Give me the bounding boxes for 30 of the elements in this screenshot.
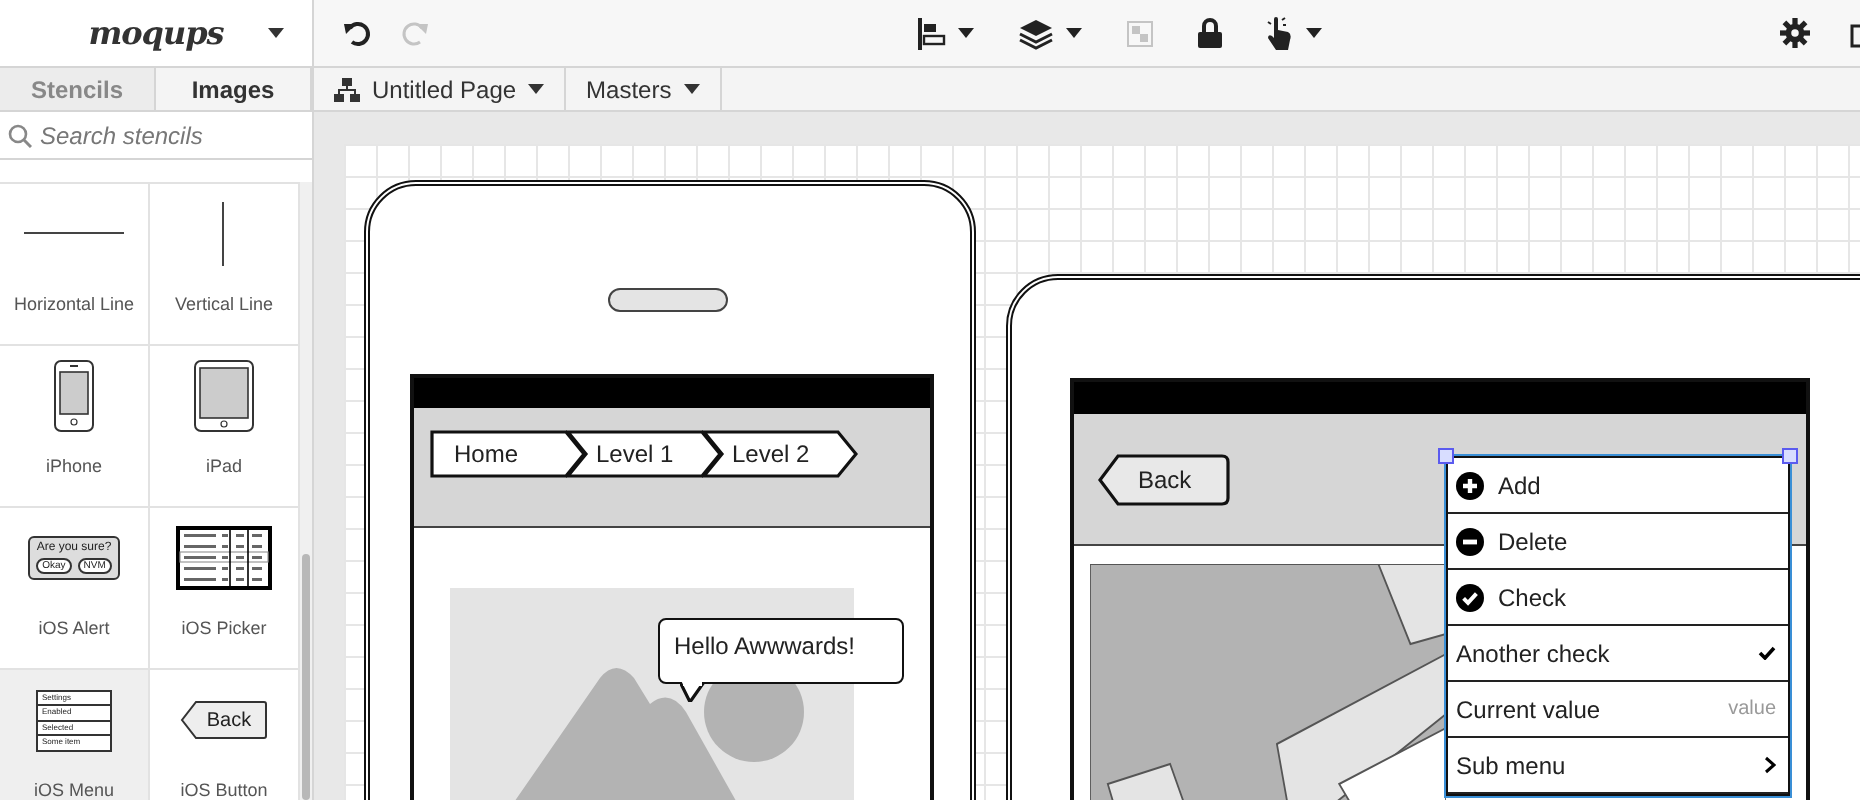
- stencil-label: iPad: [205, 456, 242, 476]
- masters-tab[interactable]: Masters: [566, 68, 722, 110]
- stencil-label: iOS Button: [180, 780, 268, 800]
- menu-item[interactable]: Another check: [1448, 626, 1788, 682]
- panel-tab[interactable]: Images: [156, 68, 312, 110]
- stencil-label: Horizontal Line: [13, 294, 135, 314]
- stencil-label: Vertical Line: [174, 294, 274, 314]
- callout-text: Hello Awwwards!: [674, 632, 855, 660]
- back-button[interactable]: Back: [1098, 454, 1230, 506]
- app-logo: moqups: [88, 14, 224, 52]
- stencil-item[interactable]: iPhone: [0, 346, 150, 508]
- stencil-item[interactable]: iPad: [150, 346, 300, 508]
- menu-item[interactable]: Sub menu: [1448, 738, 1788, 794]
- search-field[interactable]: Search stencils: [40, 121, 290, 149]
- breadcrumb-item[interactable]: Home: [430, 430, 586, 478]
- menu-item[interactable]: Current value value: [1448, 682, 1788, 738]
- menu-item[interactable]: Add: [1448, 458, 1788, 514]
- breadcrumb-item[interactable]: Level 2: [702, 430, 858, 478]
- menu-item[interactable]: Delete: [1448, 514, 1788, 570]
- stencil-label: iOS Picker: [181, 618, 267, 638]
- stencil-label: iOS Alert: [38, 618, 110, 638]
- page-tab[interactable]: Untitled Page: [314, 68, 567, 110]
- menu-value: value: [1728, 698, 1776, 720]
- stencil-item[interactable]: Horizontal Line: [0, 184, 150, 346]
- stencil-label: iPhone: [45, 456, 103, 476]
- back-button-thumbnail: Back: [180, 700, 268, 740]
- stencil-label: iOS Menu: [33, 780, 115, 800]
- menu-item[interactable]: Check: [1448, 570, 1788, 626]
- stencil-item[interactable]: Vertical Line: [150, 184, 300, 346]
- stencil-item[interactable]: iOS Picker: [150, 508, 300, 670]
